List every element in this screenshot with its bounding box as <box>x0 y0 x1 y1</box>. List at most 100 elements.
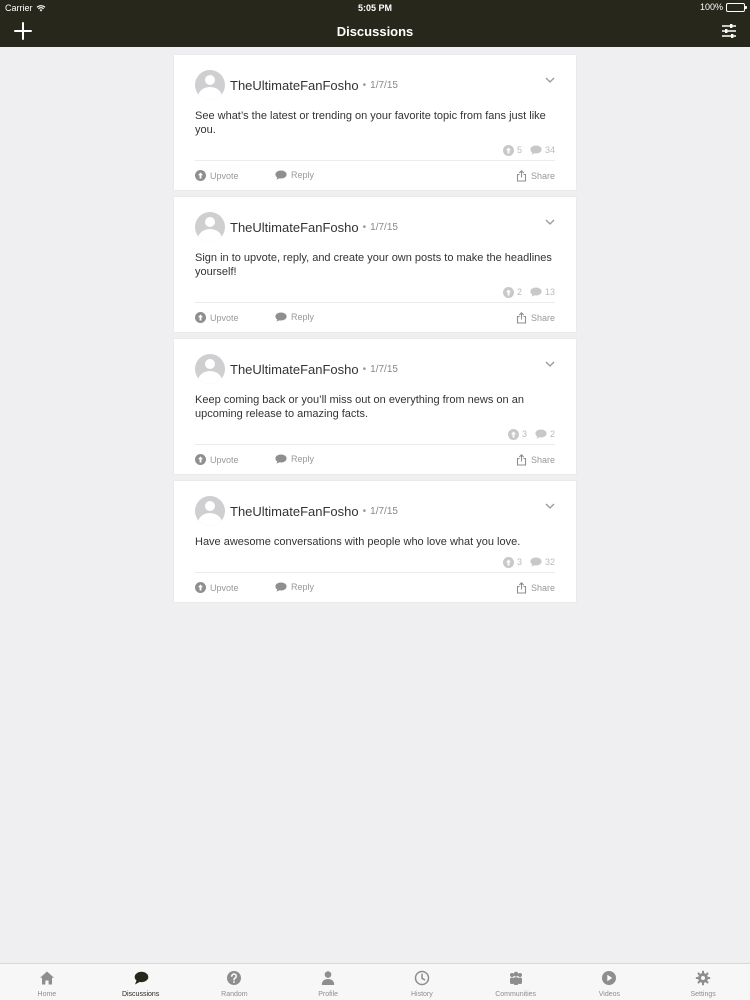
status-battery: 100% <box>699 2 747 12</box>
share-icon <box>516 170 527 182</box>
upvote-count-value: 3 <box>516 557 522 567</box>
card-header: TheUltimateFanFosho • 1/7/15 <box>195 212 555 242</box>
upvote-button[interactable]: Upvote <box>195 170 239 181</box>
avatar[interactable] <box>195 496 225 526</box>
discussions-icon <box>134 971 148 985</box>
post-body[interactable]: See what’s the latest or trending on you… <box>195 109 555 137</box>
share-label: Share <box>530 583 555 593</box>
reply-button[interactable]: Reply <box>275 582 314 592</box>
tab-communities[interactable]: Communities <box>469 964 563 1000</box>
share-button[interactable]: Share <box>516 454 555 466</box>
share-button[interactable]: Share <box>516 170 555 182</box>
reply-label: Reply <box>291 312 315 322</box>
upvote-circle-icon <box>502 286 514 298</box>
history-icon <box>414 970 430 986</box>
tab-label: Random <box>221 991 248 998</box>
reply-button[interactable]: Reply <box>275 454 314 464</box>
reply-button[interactable]: Reply <box>275 170 314 180</box>
status-time: 5:05 PM <box>357 3 392 13</box>
share-button[interactable]: Share <box>516 312 555 324</box>
upvote-button[interactable]: Upvote <box>195 312 239 323</box>
card-header: TheUltimateFanFosho • 1/7/15 <box>195 496 555 526</box>
profile-icon <box>321 971 335 985</box>
author-name[interactable]: TheUltimateFanFosho <box>230 504 359 519</box>
comment-count: 2 <box>535 429 555 439</box>
avatar[interactable] <box>195 212 225 242</box>
chevron-down-icon[interactable] <box>544 217 556 227</box>
post-body[interactable]: Keep coming back or you’ll miss out on e… <box>195 393 555 421</box>
tab-label: History <box>410 991 433 998</box>
share-label: Share <box>530 313 555 323</box>
tab-home[interactable]: Home <box>0 964 94 1000</box>
post-actions: Upvote Reply Share <box>195 572 555 602</box>
comment-count-value: 13 <box>544 287 555 297</box>
upvote-icon <box>195 582 206 593</box>
comment-bubble-icon <box>535 429 547 439</box>
comment-count-value: 2 <box>549 429 555 439</box>
meta-separator: • <box>362 79 367 91</box>
avatar[interactable] <box>195 70 225 100</box>
reply-bubble-icon <box>275 454 287 464</box>
upvote-label: Upvote <box>210 454 239 465</box>
upvote-count: 3 <box>502 556 522 568</box>
reply-label: Reply <box>291 170 315 180</box>
comment-count: 13 <box>530 287 555 297</box>
reply-bubble-icon <box>275 170 287 180</box>
post-stats: 5 34 <box>195 140 555 160</box>
battery-percent: 100% <box>699 2 723 12</box>
author-name[interactable]: TheUltimateFanFosho <box>230 78 359 93</box>
share-button[interactable]: Share <box>516 582 555 594</box>
videos-icon <box>602 971 617 985</box>
tab-profile[interactable]: Profile <box>281 964 375 1000</box>
tab-label: Videos <box>598 991 621 998</box>
upvote-circle-icon <box>502 144 514 156</box>
reply-label: Reply <box>291 454 315 464</box>
reply-bubble-icon <box>275 582 287 592</box>
page-title: Discussions <box>336 24 414 39</box>
tab-random[interactable]: Random <box>188 964 282 1000</box>
discussion-card[interactable]: TheUltimateFanFosho • 1/7/15 Keep coming… <box>174 339 576 474</box>
chevron-down-icon[interactable] <box>544 359 556 369</box>
comment-count: 34 <box>530 145 555 155</box>
chevron-down-icon[interactable] <box>544 501 556 511</box>
upvote-icon <box>195 454 206 465</box>
communities-icon <box>509 971 522 985</box>
comment-count-value: 34 <box>544 145 555 155</box>
tab-settings[interactable]: Settings <box>656 964 750 1000</box>
post-date: 1/7/15 <box>370 221 398 233</box>
upvote-icon <box>195 170 206 181</box>
discussion-card[interactable]: TheUltimateFanFosho • 1/7/15 Have awesom… <box>174 481 576 602</box>
post-actions: Upvote Reply Share <box>195 444 555 474</box>
post-body[interactable]: Sign in to upvote, reply, and create you… <box>195 251 555 279</box>
share-label: Share <box>530 171 555 181</box>
upvote-count: 3 <box>507 428 527 440</box>
tab-label: Profile <box>318 991 339 998</box>
random-icon <box>227 971 242 985</box>
card-header: TheUltimateFanFosho • 1/7/15 <box>195 354 555 384</box>
filter-icon[interactable] <box>720 22 738 40</box>
discussion-card[interactable]: TheUltimateFanFosho • 1/7/15 See what’s … <box>174 55 576 190</box>
meta-separator: • <box>362 221 367 233</box>
tab-discussions[interactable]: Discussions <box>94 964 188 1000</box>
discussion-card[interactable]: TheUltimateFanFosho • 1/7/15 Sign in to … <box>174 197 576 332</box>
chevron-down-icon[interactable] <box>544 75 556 85</box>
author-name[interactable]: TheUltimateFanFosho <box>230 362 359 377</box>
upvote-label: Upvote <box>210 582 239 593</box>
author-name[interactable]: TheUltimateFanFosho <box>230 220 359 235</box>
meta-separator: • <box>362 505 367 517</box>
nav-bar: Discussions <box>0 15 750 47</box>
comment-bubble-icon <box>530 557 542 567</box>
tab-videos[interactable]: Videos <box>563 964 657 1000</box>
tab-history[interactable]: History <box>375 964 469 1000</box>
upvote-label: Upvote <box>210 312 239 323</box>
tab-label: Communities <box>495 991 537 998</box>
reply-button[interactable]: Reply <box>275 312 314 322</box>
post-body[interactable]: Have awesome conversations with people w… <box>195 535 555 549</box>
share-icon <box>516 582 527 594</box>
upvote-button[interactable]: Upvote <box>195 582 239 593</box>
avatar[interactable] <box>195 354 225 384</box>
reply-label: Reply <box>291 582 315 592</box>
upvote-button[interactable]: Upvote <box>195 454 239 465</box>
top-bar: Carrier 5:05 PM 100% Discussions <box>0 0 750 47</box>
share-label: Share <box>530 455 555 465</box>
